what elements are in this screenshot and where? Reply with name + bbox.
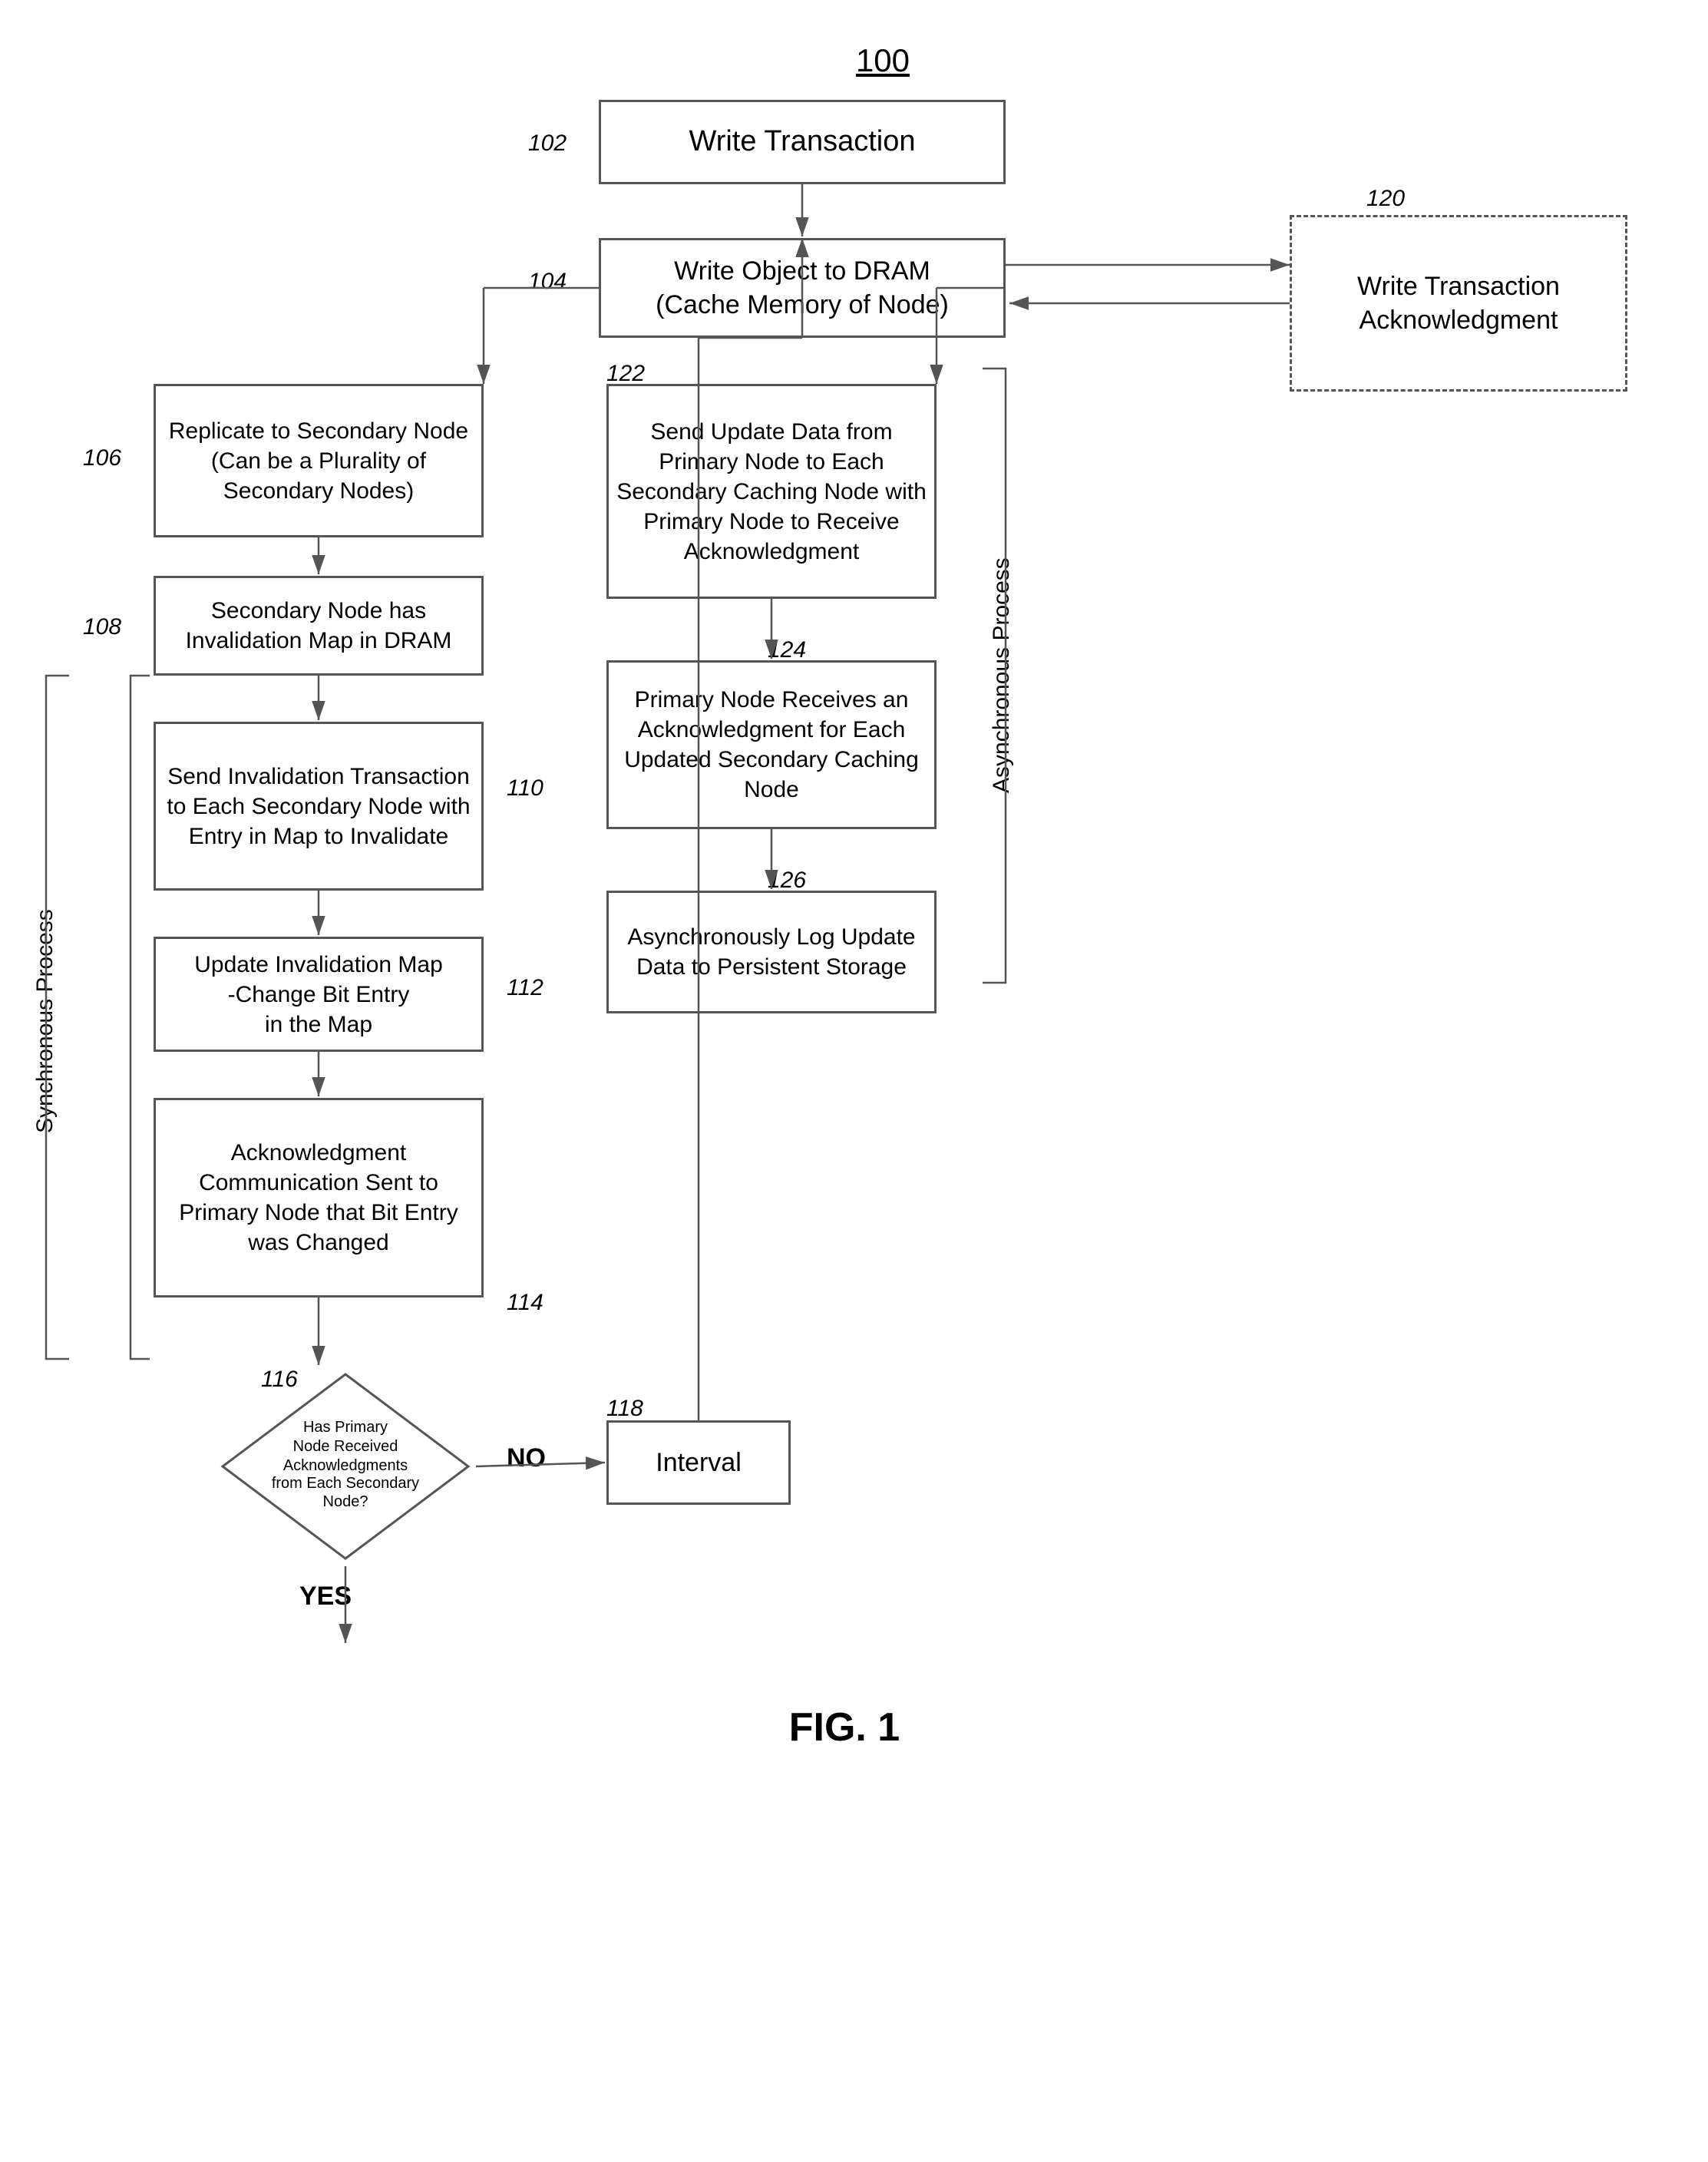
write-object-dram-box: Write Object to DRAM (Cache Memory of No… xyxy=(599,238,1006,338)
label-116: 116 xyxy=(261,1367,298,1393)
ack-comm-box: Acknowledgment Communication Sent to Pri… xyxy=(154,1098,484,1298)
svg-text:Node?: Node? xyxy=(323,1493,368,1510)
label-110: 110 xyxy=(507,775,543,802)
diagram-title: 100 xyxy=(806,42,960,79)
svg-text:Acknowledgments: Acknowledgments xyxy=(283,1457,408,1474)
send-invalidation-box: Send Invalidation Transaction to Each Se… xyxy=(154,722,484,891)
label-112: 112 xyxy=(507,975,543,1001)
write-transaction-ack-box: Write Transaction Acknowledgment xyxy=(1290,215,1627,392)
asynchronous-label: Asynchronous Process xyxy=(989,369,1015,983)
label-122: 122 xyxy=(606,361,645,387)
label-102: 102 xyxy=(528,131,567,157)
label-106: 106 xyxy=(83,445,121,471)
synchronous-label: Synchronous Process xyxy=(32,676,58,1367)
label-108: 108 xyxy=(83,614,121,640)
diagram-container: 100 Write Transaction 102 Write Object t… xyxy=(0,0,1708,2162)
label-118: 118 xyxy=(606,1396,643,1422)
has-primary-node-diamond: Has Primary Node Received Acknowledgment… xyxy=(215,1367,476,1566)
update-invalidation-map-box: Update Invalidation Map -Change Bit Entr… xyxy=(154,937,484,1052)
replicate-secondary-box: Replicate to Secondary Node (Can be a Pl… xyxy=(154,384,484,537)
label-124: 124 xyxy=(768,637,806,663)
yes-label: YES xyxy=(299,1582,352,1612)
secondary-node-invalidation-box: Secondary Node has Invalidation Map in D… xyxy=(154,576,484,676)
label-126: 126 xyxy=(768,868,806,894)
svg-text:from Each Secondary: from Each Secondary xyxy=(272,1475,419,1492)
write-transaction-box: Write Transaction xyxy=(599,100,1006,184)
send-update-data-box: Send Update Data from Primary Node to Ea… xyxy=(606,384,937,599)
interval-box: Interval xyxy=(606,1420,791,1505)
svg-text:Has Primary: Has Primary xyxy=(303,1419,388,1436)
no-label: NO xyxy=(507,1443,546,1473)
svg-text:Node Received: Node Received xyxy=(293,1438,398,1455)
label-114: 114 xyxy=(507,1290,543,1316)
primary-receives-ack-box: Primary Node Receives an Acknowledgment … xyxy=(606,660,937,829)
label-120: 120 xyxy=(1366,186,1405,212)
async-log-box: Asynchronously Log Update Data to Persis… xyxy=(606,891,937,1013)
label-104: 104 xyxy=(528,269,567,295)
fig-label: FIG. 1 xyxy=(691,1704,998,1750)
